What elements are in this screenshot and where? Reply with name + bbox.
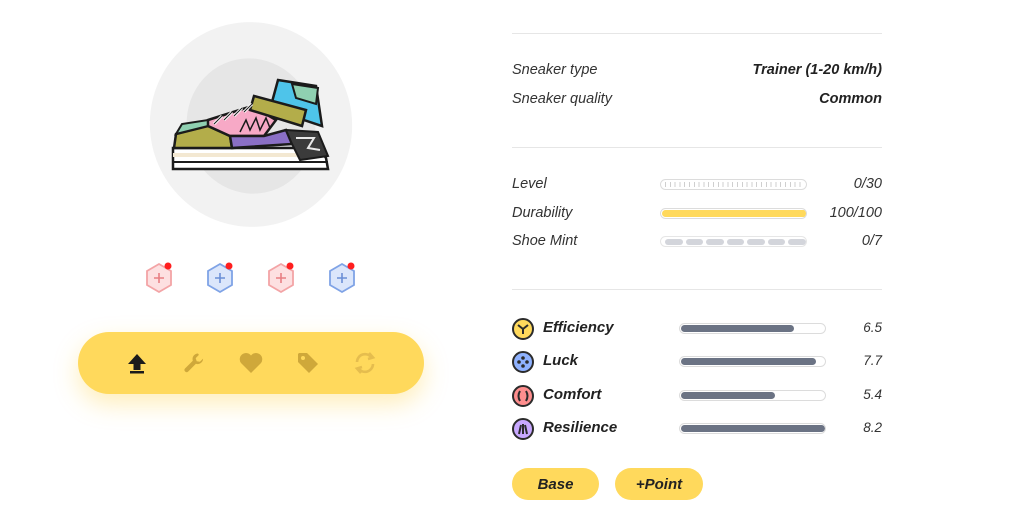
level-progress-bar xyxy=(660,179,807,190)
shoe-mint-label: Shoe Mint xyxy=(512,233,578,249)
level-label: Level xyxy=(512,176,547,192)
socket-resilience[interactable] xyxy=(327,260,357,294)
mint-segment xyxy=(706,239,724,245)
heart-icon xyxy=(239,353,263,373)
luck-value: 7.7 xyxy=(863,353,882,368)
divider-top xyxy=(512,33,882,34)
resilience-label: Resilience xyxy=(543,419,618,436)
divider-bottom xyxy=(512,289,882,290)
luck-icon xyxy=(512,351,534,373)
shoe-mint-value: 0/7 xyxy=(861,233,882,249)
arrow-up-icon xyxy=(127,354,146,374)
durability-label: Durability xyxy=(512,205,573,221)
efficiency-value: 6.5 xyxy=(863,320,882,335)
comfort-label: Comfort xyxy=(543,386,602,403)
socket-efficiency[interactable] xyxy=(144,260,174,294)
sneaker-type-label: Sneaker type xyxy=(512,62,598,78)
hexagon-plus-icon xyxy=(268,262,294,294)
efficiency-label: Efficiency xyxy=(543,319,614,336)
refresh-icon xyxy=(355,352,376,374)
efficiency-icon xyxy=(512,318,534,340)
sneaker-quality-label: Sneaker quality xyxy=(512,91,612,107)
socket-luck[interactable] xyxy=(205,260,235,294)
base-button[interactable]: Base xyxy=(512,468,599,500)
transfer-button[interactable] xyxy=(350,348,380,378)
mint-segment xyxy=(788,239,806,245)
level-up-button[interactable] xyxy=(122,348,152,378)
mint-segment xyxy=(726,239,744,245)
tag-icon xyxy=(298,353,319,373)
resilience-value: 8.2 xyxy=(863,420,882,435)
repair-button[interactable] xyxy=(179,348,209,378)
comfort-icon xyxy=(512,385,534,407)
sneaker-type-value: Trainer (1-20 km/h) xyxy=(752,62,882,78)
shoe-mint-progress-bar xyxy=(660,236,807,247)
action-bar xyxy=(78,332,424,394)
wrench-icon xyxy=(184,353,203,373)
mint-segment xyxy=(685,239,703,245)
hexagon-plus-icon xyxy=(146,262,172,294)
comfort-bar xyxy=(679,390,826,401)
sell-button[interactable] xyxy=(293,348,323,378)
divider-middle xyxy=(512,147,882,148)
hexagon-plus-icon xyxy=(329,262,355,294)
sneaker-quality-value: Common xyxy=(819,91,882,107)
durability-progress-fill xyxy=(662,210,806,217)
comfort-bar-fill xyxy=(681,392,776,399)
resilience-bar xyxy=(679,423,826,434)
luck-bar-fill xyxy=(681,358,816,365)
mint-button[interactable] xyxy=(236,348,266,378)
efficiency-bar-fill xyxy=(681,325,795,332)
socket-comfort[interactable] xyxy=(266,260,296,294)
durability-progress-bar xyxy=(660,208,807,219)
add-point-button[interactable]: +Point xyxy=(615,468,703,500)
mint-segment xyxy=(747,239,765,245)
mint-segment xyxy=(767,239,785,245)
level-value: 0/30 xyxy=(853,176,882,192)
hexagon-plus-icon xyxy=(207,262,233,294)
luck-label: Luck xyxy=(543,352,579,369)
resilience-icon xyxy=(512,418,534,440)
socket-row xyxy=(144,260,364,294)
efficiency-bar xyxy=(679,323,826,334)
comfort-value: 5.4 xyxy=(863,387,882,402)
sneaker-image xyxy=(171,78,330,171)
luck-bar xyxy=(679,356,826,367)
resilience-bar-fill xyxy=(681,425,825,432)
durability-value: 100/100 xyxy=(829,205,882,221)
mint-segment xyxy=(665,239,683,245)
